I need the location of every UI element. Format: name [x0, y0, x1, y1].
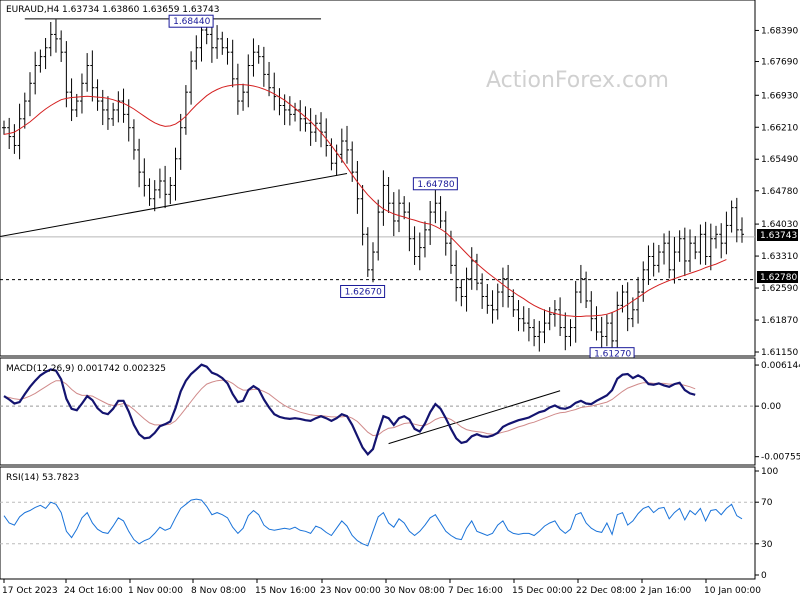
price-tick-label: 1.68390 [761, 26, 798, 36]
x-tick-label: 22 Dec 08:00 [576, 586, 637, 596]
watermark: ActionForex.com [486, 68, 669, 93]
x-tick-label: 2 Jan 16:00 [640, 586, 692, 596]
x-tick-label: 30 Nov 08:00 [384, 586, 445, 596]
price-tick-label: 1.63310 [761, 252, 798, 262]
price-tick-label: 1.65490 [761, 155, 798, 165]
rsi-y-axis: 100 70 30 0 [755, 467, 778, 581]
price-y-axis: 1.68390 1.67690 1.66930 1.66210 1.65490 1.647… [755, 26, 798, 358]
price-tick-label: 1.62590 [761, 284, 798, 294]
x-tick-label: 8 Nov 08:00 [191, 586, 246, 596]
x-tick-label: 15 Dec 00:00 [512, 586, 573, 596]
rsi-pane: 100 70 30 0 RSI(14) 53.7823 [0, 466, 778, 581]
price-tick-label: 1.66930 [761, 91, 798, 101]
macd-pane: 0.006144 0.00 -0.007555 MACD(12,26,9) 0.00… [0, 357, 800, 466]
macd-label: MACD(12,26,9) 0.001742 0.002325 [6, 364, 166, 374]
price-tick-label: 1.61150 [761, 348, 798, 358]
x-tick-label: 15 Nov 16:00 [255, 586, 316, 596]
x-tick-label: 23 Nov 00:00 [320, 586, 381, 596]
rsi-label: RSI(14) 53.7823 [6, 473, 79, 483]
macd-tick-label: 0.006144 [761, 361, 800, 371]
rsi-tick-label: 0 [761, 571, 767, 581]
level-price-tag: 1.62780 [760, 273, 797, 283]
rsi-tick-label: 70 [761, 498, 773, 508]
rsi-tick-label: 100 [761, 467, 778, 477]
x-tick-label: 24 Oct 16:00 [64, 586, 123, 596]
price-tick-label: 1.64030 [761, 220, 798, 230]
chart-canvas: ActionForex.com 1.683901.676901.669301.6… [0, 0, 800, 596]
price-annotation-label: 1.68440 [173, 17, 210, 27]
macd-tick-label: -0.007555 [761, 453, 800, 463]
price-annotation-label: 1.62670 [345, 287, 382, 297]
price-tick-label: 1.66210 [761, 123, 798, 133]
rsi-tick-label: 30 [761, 540, 773, 550]
x-axis: 17 Oct 2023 24 Oct 16:00 1 Nov 00:00 8 Nov … [2, 579, 761, 596]
price-tick-label: 1.61870 [761, 316, 798, 326]
price-pane: ActionForex.com 1.683901.676901.669301.6… [0, 0, 798, 361]
x-tick-label: 7 Dec 16:00 [448, 586, 503, 596]
x-tick-label: 10 Jan 00:00 [704, 586, 761, 596]
macd-y-axis: 0.006144 0.00 -0.007555 [755, 361, 800, 463]
price-pane-frame [0, 0, 756, 357]
x-tick-label: 17 Oct 2023 [2, 586, 58, 596]
price-annotation-label: 1.64780 [417, 180, 454, 190]
rsi-pane-frame [0, 466, 756, 580]
price-tick-label: 1.67690 [761, 58, 798, 68]
chart-title: EURAUD,H4 1.63734 1.63860 1.63659 1.6374… [6, 5, 220, 15]
macd-pane-frame [0, 357, 756, 466]
x-tick-label: 1 Nov 00:00 [128, 586, 183, 596]
current-price-tag: 1.63743 [760, 231, 797, 241]
macd-tick-label: 0.00 [761, 402, 781, 412]
price-tick-label: 1.64780 [761, 187, 798, 197]
